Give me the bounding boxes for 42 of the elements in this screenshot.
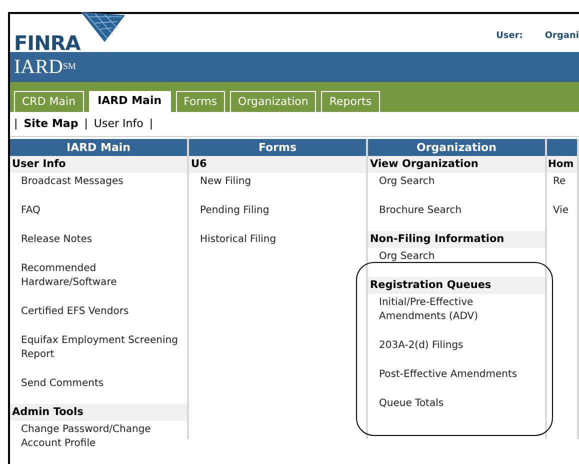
menu-link[interactable]: Brochure Search bbox=[379, 204, 541, 218]
menu-link[interactable]: Release Notes bbox=[21, 233, 183, 247]
menu-link[interactable]: Vie bbox=[553, 204, 577, 218]
menu-link[interactable]: Re bbox=[553, 175, 577, 189]
menu-link[interactable]: Recommended Hardware/Software bbox=[21, 262, 183, 290]
column-header bbox=[547, 139, 577, 156]
user-label: User: bbox=[496, 30, 523, 43]
section-heading: Hom bbox=[547, 156, 577, 173]
menu-link[interactable]: Org Search bbox=[379, 175, 541, 189]
column-header: IARD Main bbox=[10, 139, 187, 156]
menu-link[interactable]: Equifax Employment Screening Report bbox=[21, 334, 183, 362]
logo-mesh-icon bbox=[80, 12, 126, 42]
nav-tab[interactable]: IARD Main bbox=[88, 91, 171, 112]
menu-link[interactable]: Pending Filing bbox=[200, 204, 362, 218]
sub-nav-link[interactable]: User Info bbox=[94, 116, 144, 132]
section-heading: User Info bbox=[10, 156, 187, 173]
menu-link[interactable]: Change Password/Change Account Profile bbox=[21, 423, 183, 451]
section-heading: View Organization bbox=[368, 156, 545, 173]
section-heading: Non-Filing Information bbox=[368, 231, 545, 248]
separator: | bbox=[14, 116, 18, 132]
sub-nav-link[interactable]: Site Map bbox=[24, 116, 78, 132]
organization-label: Organi bbox=[544, 30, 579, 43]
menu-link[interactable]: FAQ bbox=[21, 204, 183, 218]
column-header: Forms bbox=[189, 139, 366, 156]
menu-link[interactable]: Org Search bbox=[379, 250, 541, 264]
menu-link[interactable]: Certified EFS Vendors bbox=[21, 305, 183, 319]
section-heading: U6 bbox=[189, 156, 366, 173]
section-heading: Admin Tools bbox=[10, 404, 187, 421]
menu-link[interactable]: Initial/Pre-Effective Amendments (ADV) bbox=[379, 296, 541, 324]
menu-link[interactable]: Send Comments bbox=[21, 377, 183, 391]
menu-link[interactable]: 203A-2(d) Filings bbox=[379, 339, 541, 353]
menu-link[interactable]: Queue Totals bbox=[379, 397, 541, 411]
column-header: Organization bbox=[368, 139, 545, 156]
menu-link[interactable]: Post-Effective Amendments bbox=[379, 368, 541, 382]
menu-link[interactable]: New Filing bbox=[200, 175, 362, 189]
product-title: IARD$^{SM}$ bbox=[14, 55, 76, 80]
logo-text: FINRA bbox=[14, 32, 80, 54]
menu-link[interactable]: Historical Filing bbox=[200, 233, 362, 247]
section-heading: Registration Queues bbox=[368, 277, 545, 294]
menu-link[interactable]: Broadcast Messages bbox=[21, 175, 183, 189]
separator: | bbox=[84, 116, 88, 132]
separator: | bbox=[149, 116, 154, 132]
